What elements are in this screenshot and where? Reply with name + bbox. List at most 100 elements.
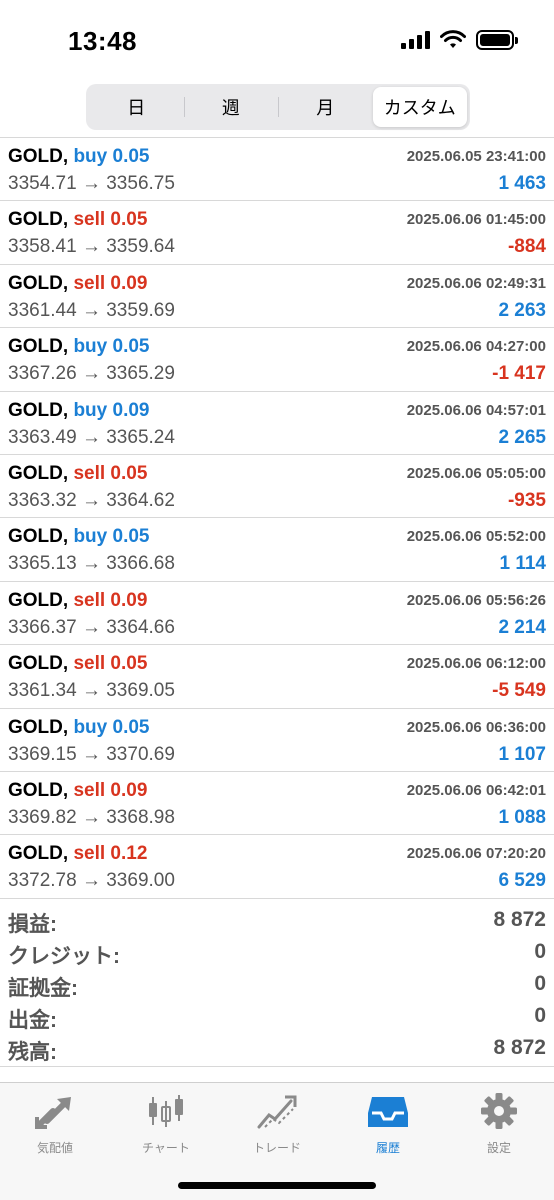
trade-prices: 3358.41 → 3359.64 [8,236,175,258]
trade-profit: 1 107 [498,743,546,765]
summary-label: 出金: [8,1009,57,1032]
trade-row[interactable]: GOLD, sell 0.05 2025.06.06 05:05:00 3363.3… [0,455,554,519]
trade-row[interactable]: GOLD, sell 0.09 2025.06.06 02:49:31 3361.4… [0,265,554,329]
symbol-label: GOLD, [8,526,69,548]
trade-row[interactable]: GOLD, buy 0.05 2025.06.05 23:41:00 3354.71… [0,138,554,202]
trade-row[interactable]: GOLD, sell 0.09 2025.06.06 06:42:01 3369.8… [0,772,554,836]
trade-side: buy 0.05 [73,146,150,167]
trade-row[interactable]: GOLD, sell 0.05 2025.06.06 06:12:00 3361.3… [0,645,554,709]
trade-symbol: GOLD, sell 0.12 [8,843,147,865]
symbol-label: GOLD, [8,779,69,801]
trade-prices: 3369.15 → 3370.69 [8,743,175,765]
tab-chart[interactable]: チャート [111,1091,221,1156]
trade-symbol: GOLD, sell 0.05 [8,653,147,675]
tab-settings[interactable]: 設定 [444,1091,554,1156]
summary-value: 0 [534,1004,546,1027]
trade-symbol: GOLD, sell 0.09 [8,590,147,612]
wifi-icon [440,30,466,48]
gear-icon [481,1093,517,1129]
trade-side: sell 0.05 [73,653,148,675]
trade-row[interactable]: GOLD, buy 0.09 2025.06.06 04:57:01 3363.49… [0,392,554,455]
trade-side: sell 0.05 [73,462,148,484]
summary-row: 損益: 8 872 [0,906,554,938]
trade-profit: 6 529 [498,870,546,892]
trade-prices: 3354.71 → 3356.75 [8,173,175,194]
trade-side: sell 0.09 [73,779,148,801]
history-inbox-icon [368,1097,408,1127]
tab-history[interactable]: 履歴 [333,1091,443,1156]
divider [0,1066,554,1067]
trade-prices: 3363.32 → 3364.62 [8,489,175,511]
trade-time: 2025.06.06 05:05:00 [406,464,546,482]
segment-day[interactable]: 日 [89,87,184,127]
home-indicator [178,1182,376,1189]
symbol-label: GOLD, [8,589,69,611]
trade-history-list: GOLD, buy 0.05 2025.06.05 23:41:00 3354.71… [0,137,554,899]
trade-prices: 3369.82 → 3368.98 [8,806,175,828]
trade-profit: 1 463 [498,173,546,194]
candlestick-chart-icon [149,1095,183,1127]
trade-time: 2025.06.06 01:45:00 [406,211,546,229]
period-segmented-control: 日 週 月 カスタム [86,84,470,130]
trade-side: buy 0.05 [73,526,150,548]
segment-week[interactable]: 週 [183,87,279,127]
summary-value: 8 872 [493,908,546,931]
trade-row[interactable]: GOLD, buy 0.05 2025.06.06 06:36:00 3369.15… [0,709,554,772]
tab-label: トレード [252,1141,301,1155]
trade-profit: 2 263 [498,299,546,321]
trade-side: sell 0.12 [73,843,148,865]
trade-side: buy 0.05 [73,716,150,738]
account-summary: 損益: 8 872 クレジット: 0 証拠金: 0 出金: 0 残高: 8 872 [0,906,554,1066]
tab-label: チャート [142,1141,190,1155]
symbol-label: GOLD, [8,462,69,484]
summary-label: クレジット: [8,945,120,968]
trade-profit: -1 417 [492,363,546,385]
trade-profit: 1 114 [499,553,547,575]
trade-symbol: GOLD, buy 0.05 [8,336,150,358]
cellular-signal-icon [401,31,430,49]
summary-label: 残高: [8,1041,57,1064]
trade-symbol: GOLD, sell 0.09 [8,780,147,802]
summary-row: 出金: 0 [0,1002,554,1034]
trade-side: buy 0.09 [73,399,150,421]
trade-time: 2025.06.06 05:56:26 [406,591,546,609]
battery-icon [476,30,518,50]
tab-trade[interactable]: トレード [222,1091,332,1156]
tab-label: 気配値 [36,1141,73,1155]
segment-month[interactable]: 月 [278,87,373,127]
summary-value: 8 872 [493,1036,546,1059]
summary-row: 残高: 8 872 [0,1034,554,1066]
trade-side: sell 0.09 [73,589,148,611]
symbol-label: GOLD, [8,843,69,865]
trade-time: 2025.06.05 23:41:00 [406,148,546,165]
symbol-label: GOLD, [8,209,69,231]
summary-value: 0 [534,940,546,963]
trade-prices: 3366.37 → 3364.66 [8,616,175,638]
trade-symbol: GOLD, sell 0.05 [8,463,147,485]
symbol-label: GOLD, [8,653,69,675]
trade-prices: 3361.44 → 3359.69 [8,299,175,321]
trade-row[interactable]: GOLD, buy 0.05 2025.06.06 05:52:00 3365.13… [0,518,554,582]
symbol-label: GOLD, [8,336,69,358]
tab-quotes[interactable]: 気配値 [0,1091,110,1156]
trade-profit: -884 [507,236,546,258]
summary-row: 証拠金: 0 [0,970,554,1002]
quotes-arrows-icon [35,1097,71,1129]
segment-custom[interactable]: カスタム [372,87,467,127]
trade-row[interactable]: GOLD, buy 0.05 2025.06.06 04:27:00 3367.26… [0,328,554,392]
trade-time: 2025.06.06 07:20:20 [406,845,546,863]
trade-symbol: GOLD, buy 0.05 [8,526,150,548]
summary-label: 損益: [8,913,57,936]
trade-profit: -935 [507,489,546,511]
trade-time: 2025.06.06 04:27:00 [406,338,546,356]
trade-time: 2025.06.06 05:52:00 [406,528,546,546]
tab-label: 履歴 [375,1141,400,1155]
trade-row[interactable]: GOLD, sell 0.09 2025.06.06 05:56:26 3366.3… [0,582,554,646]
trade-symbol: GOLD, buy 0.09 [8,400,150,422]
trade-row[interactable]: GOLD, sell 0.12 2025.06.06 07:20:20 3372.7… [0,835,554,899]
trade-time: 2025.06.06 06:36:00 [406,718,546,736]
trade-row[interactable]: GOLD, sell 0.05 2025.06.06 01:45:00 3358.4… [0,201,554,265]
trade-side: buy 0.05 [73,336,150,358]
trade-side: sell 0.09 [73,272,148,294]
trade-profit: 2 265 [498,426,546,448]
